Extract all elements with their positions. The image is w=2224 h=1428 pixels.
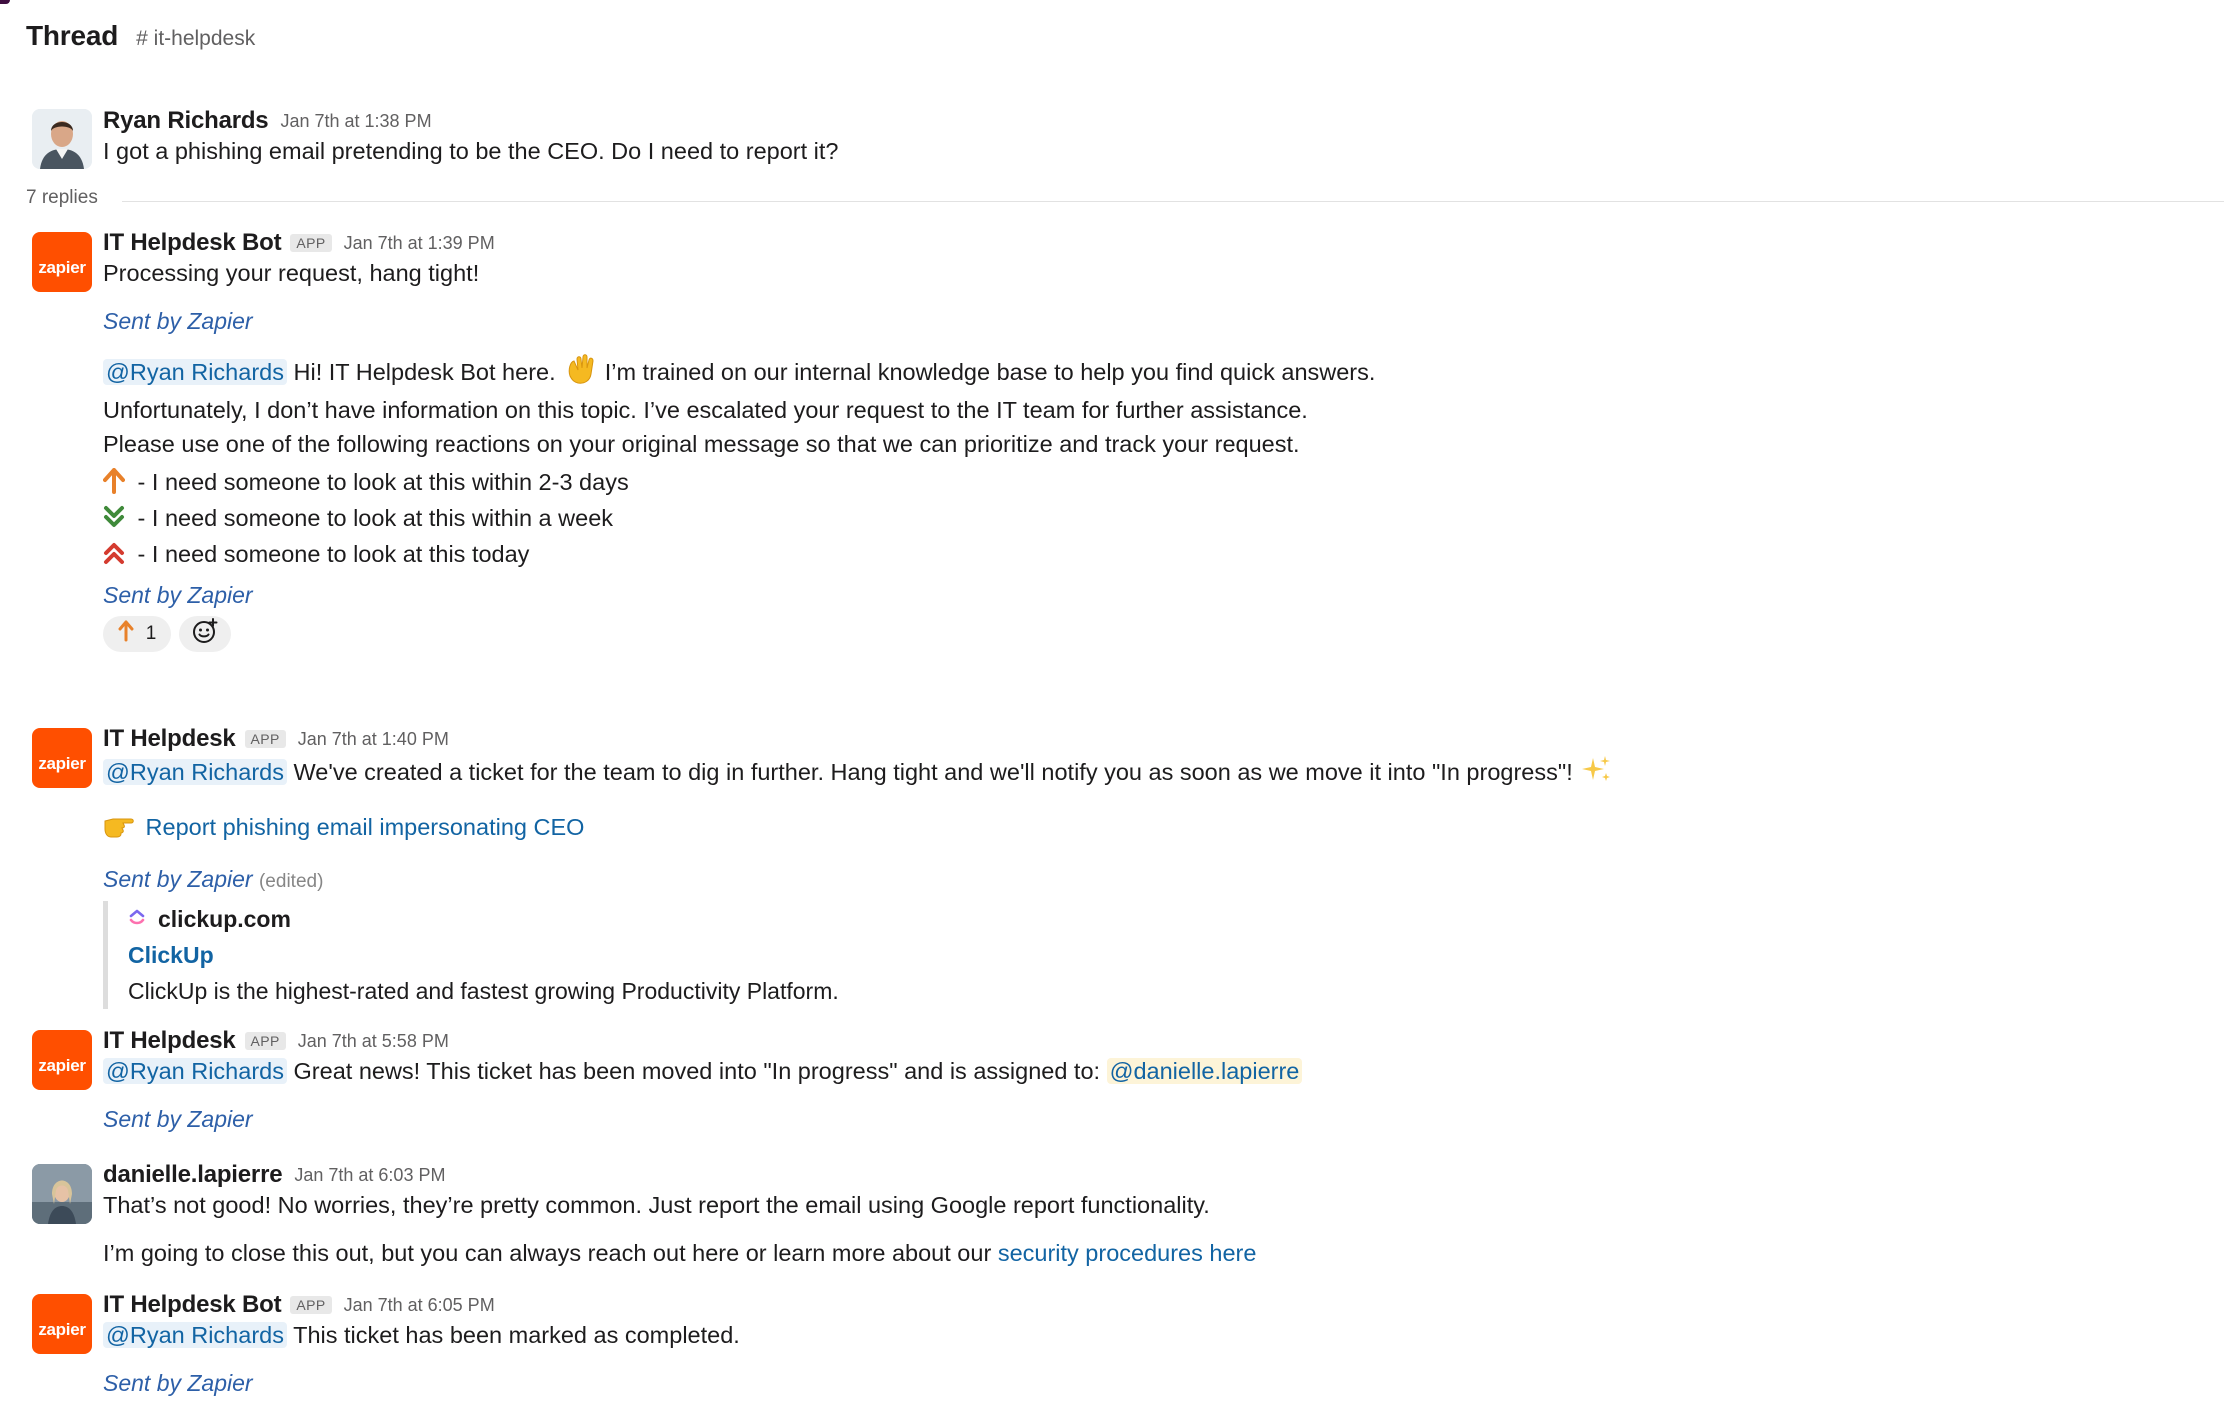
message-text: @Ryan Richards We've created a ticket fo… [103,754,2184,791]
author-name[interactable]: IT Helpdesk Bot [103,229,282,257]
zapier-avatar[interactable]: zapier [32,728,92,788]
greeting-text: Hi! IT Helpdesk Bot here. [293,359,556,385]
link-preview: clickup.com ClickUp ClickUp is the highe… [103,901,2184,1009]
add-emoji-icon [191,617,219,651]
message-text: Please use one of the following reaction… [103,431,1300,457]
user-mention[interactable]: @Ryan Richards [103,359,287,385]
timestamp[interactable]: Jan 7th at 1:38 PM [280,111,431,132]
channel-link[interactable]: # it-helpdesk [136,27,255,51]
assignee-mention[interactable]: @danielle.lapierre [1106,1058,1303,1084]
edited-label: (edited) [258,871,324,892]
reactions-bar: 1 [103,616,2184,652]
preview-site: clickup.com [128,901,2184,937]
sent-by-link: Sent by Zapier (edited) [103,864,2184,897]
avatar[interactable] [32,109,92,169]
sent-by-link[interactable]: Sent by Zapier [103,866,253,892]
list-item: - I need someone to look at this within … [103,500,2184,536]
arrow-up-icon [118,620,134,648]
ticket-link[interactable]: Report phishing email impersonating CEO [146,814,585,840]
security-procedures-link[interactable]: security procedures here [998,1240,1257,1266]
zapier-logo-icon: zapier [38,1056,86,1075]
message-text: @Ryan Richards Great news! This ticket h… [103,1056,2184,1086]
sent-by-link[interactable]: Sent by Zapier [103,306,2184,336]
avatar[interactable] [32,1164,92,1224]
zapier-avatar[interactable]: zapier [32,1030,92,1090]
list-item: - I need someone to look at this today [103,536,2184,572]
timestamp[interactable]: Jan 7th at 6:03 PM [294,1165,445,1186]
user-avatar-icon [32,1164,92,1224]
sent-by-link[interactable]: Sent by Zapier [103,1104,2184,1134]
message-text: Processing your request, hang tight! [103,260,480,286]
message-text: @Ryan Richards This ticket has been mark… [103,1320,2184,1350]
preview-title-link[interactable]: ClickUp [128,937,2184,973]
divider [122,201,2224,202]
window-corner [0,0,10,4]
timestamp[interactable]: Jan 7th at 1:39 PM [344,233,495,254]
user-mention[interactable]: @Ryan Richards [103,1322,287,1348]
timestamp[interactable]: Jan 7th at 1:40 PM [298,729,449,750]
waving-hand-icon [562,354,598,391]
sent-by-link[interactable]: Sent by Zapier [103,1368,2184,1398]
list-item: - I need someone to look at this within … [103,464,2184,500]
author-name[interactable]: IT Helpdesk [103,725,236,753]
zapier-avatar[interactable]: zapier [32,232,92,292]
message-text: Report phishing email impersonating CEO [103,811,2184,846]
arrow-up-icon [103,468,125,504]
double-chevron-up-icon [103,540,125,576]
app-badge: APP [290,1296,332,1314]
thread-title: Thread [26,20,119,51]
user-mention[interactable]: @Ryan Richards [103,1058,287,1084]
author-name[interactable]: Ryan Richards [103,107,269,135]
sparkles-icon [1579,754,1613,791]
preview-description: ClickUp is the highest-rated and fastest… [128,978,839,1004]
message-text: That’s not good! No worries, they’re pre… [103,1192,1210,1218]
app-badge: APP [290,234,332,252]
zapier-avatar[interactable]: zapier [32,1294,92,1354]
app-badge: APP [244,1032,286,1050]
author-name[interactable]: IT Helpdesk Bot [103,1291,282,1319]
clickup-logo-icon [128,901,146,937]
zapier-logo-icon: zapier [38,754,86,773]
app-badge: APP [244,730,286,748]
sent-by-link[interactable]: Sent by Zapier [103,580,2184,610]
message-text: I got a phishing email pretending to be … [103,138,839,164]
user-mention[interactable]: @Ryan Richards [103,759,287,785]
author-name[interactable]: IT Helpdesk [103,1027,236,1055]
timestamp[interactable]: Jan 7th at 5:58 PM [298,1031,449,1052]
user-avatar-icon [32,109,92,169]
double-chevron-down-icon [103,504,125,540]
zapier-logo-icon: zapier [38,258,86,277]
author-name[interactable]: danielle.lapierre [103,1161,283,1189]
reaction-pill[interactable]: 1 [103,616,171,652]
reaction-count: 1 [145,623,157,644]
message-text: Unfortunately, I don’t have information … [103,397,1308,423]
reaction-options-list: - I need someone to look at this within … [103,464,2184,572]
greeting-text: I’m trained on our internal knowledge ba… [604,359,1376,385]
pointing-right-icon [103,811,139,846]
message-text: @Ryan Richards Hi! IT Helpdesk Bot here.… [103,354,2184,391]
reply-count: 7 replies [26,187,98,208]
zapier-logo-icon: zapier [38,1320,86,1339]
timestamp[interactable]: Jan 7th at 6:05 PM [344,1295,495,1316]
thread-header: Thread # it-helpdesk [26,20,255,52]
add-reaction-button[interactable] [179,616,231,652]
message-text: I’m going to close this out, but you can… [103,1240,1257,1266]
